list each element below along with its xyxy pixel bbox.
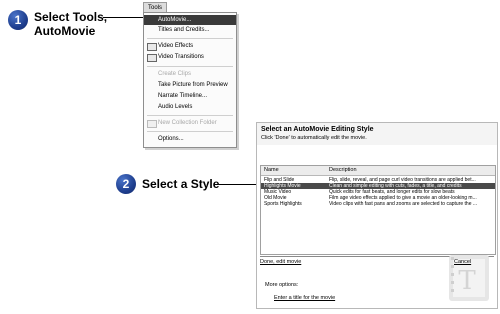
- menu-item-label: Narrate Timeline...: [158, 93, 208, 99]
- enter-title-link[interactable]: Enter a title for the movie: [274, 295, 335, 301]
- menu-item-audio-levels[interactable]: Audio Levels: [144, 102, 236, 112]
- menu-item-video-transitions[interactable]: Video Transitions: [144, 52, 236, 62]
- menu-separator: [147, 115, 233, 116]
- style-list[interactable]: Name Description Flip and Slide Flip, sl…: [260, 165, 496, 255]
- menu-item-options[interactable]: Options...: [144, 134, 236, 144]
- menu-separator: [147, 38, 233, 39]
- step-number-badge: 1: [8, 10, 28, 30]
- done-edit-movie-link[interactable]: Done, edit movie: [260, 259, 301, 265]
- menu-separator: [147, 131, 233, 132]
- menu-item-automovie[interactable]: AutoMovie...: [144, 15, 236, 25]
- menu-item-take-picture[interactable]: Take Picture from Preview: [144, 80, 236, 90]
- menu-item-label: Take Picture from Preview: [158, 82, 228, 88]
- menu-item-label: Options...: [158, 136, 184, 142]
- menu-item-create-clips: Create Clips: [144, 69, 236, 79]
- panel-subtitle: Click 'Done' to automatically edit the m…: [261, 135, 367, 141]
- tools-menu: AutoMovie... Titles and Credits... Video…: [143, 12, 237, 148]
- style-row-sports-highlights[interactable]: Sports Highlights Video clips with fast …: [261, 201, 495, 207]
- step-1-leader-line: [103, 17, 145, 18]
- menu-item-video-effects[interactable]: Video Effects: [144, 41, 236, 51]
- menu-item-label: Video Effects: [158, 43, 194, 49]
- style-description: Video clips with fast pans and zooms are…: [329, 201, 478, 207]
- menu-item-label: Audio Levels: [158, 104, 193, 110]
- menu-item-label: Titles and Credits...: [158, 27, 210, 33]
- column-header-name[interactable]: Name: [264, 166, 279, 175]
- step-instruction: Select Tools, AutoMovie: [34, 10, 108, 38]
- step-instruction: Select a Style: [142, 177, 220, 191]
- video-effects-icon: [147, 43, 157, 51]
- new-folder-icon: [147, 120, 157, 128]
- menu-item-narrate-timeline[interactable]: Narrate Timeline...: [144, 91, 236, 101]
- panel-header: Select an AutoMovie Editing Style Click …: [257, 123, 497, 145]
- svg-text:T: T: [458, 266, 476, 296]
- step-2-leader-line: [219, 184, 259, 185]
- video-transitions-icon: [147, 54, 157, 62]
- menu-item-label: Create Clips: [158, 71, 192, 77]
- step-1-callout: 1 Select Tools, AutoMovie: [8, 10, 107, 38]
- panel-title: Select an AutoMovie Editing Style: [261, 126, 374, 133]
- step-2-callout: 2 Select a Style: [116, 174, 219, 194]
- cancel-link[interactable]: Cancel: [454, 259, 471, 265]
- step-number-badge: 2: [116, 174, 136, 194]
- style-name: Sports Highlights: [264, 201, 302, 207]
- menu-item-label: Video Transitions: [158, 54, 204, 60]
- menu-separator: [147, 66, 233, 67]
- menu-item-new-collection-folder: New Collection Folder: [144, 118, 236, 128]
- more-options-label: More options:: [265, 282, 299, 288]
- list-header: Name Description: [261, 166, 495, 176]
- menu-item-titles-and-credits[interactable]: Titles and Credits...: [144, 25, 236, 35]
- automovie-panel: Select an AutoMovie Editing Style Click …: [256, 122, 498, 309]
- menu-item-label: AutoMovie...: [158, 17, 192, 23]
- menu-item-label: New Collection Folder: [158, 120, 217, 126]
- column-header-description[interactable]: Description: [329, 166, 357, 175]
